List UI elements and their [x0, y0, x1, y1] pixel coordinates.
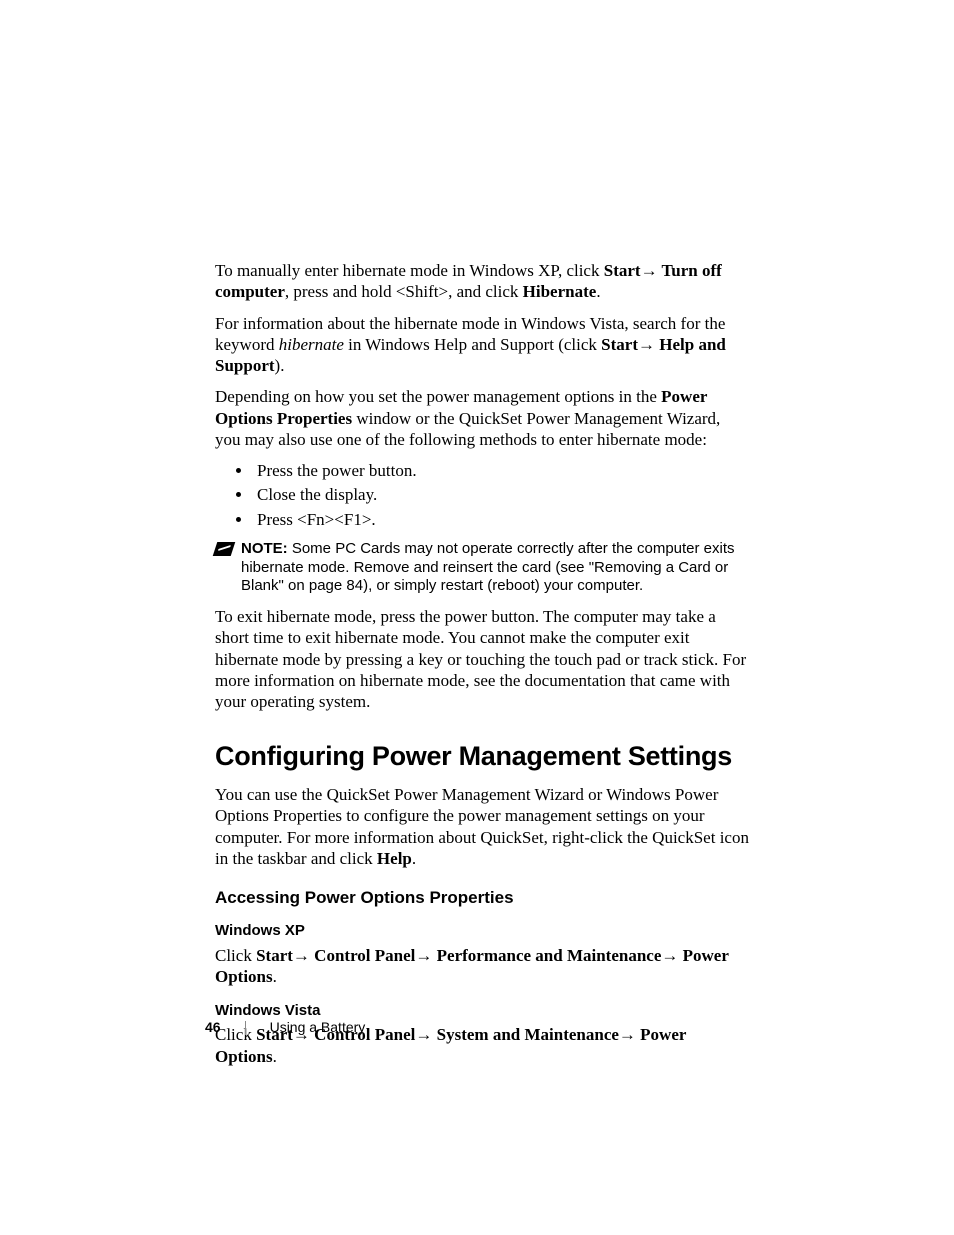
- text: .: [273, 967, 277, 986]
- list-item: Press the power button.: [253, 460, 749, 481]
- text-bold: System and Maintenance: [437, 1025, 619, 1044]
- heading-accessing-power-options: Accessing Power Options Properties: [215, 887, 749, 908]
- page-number: 46: [205, 1019, 221, 1035]
- text: , press and hold <Shift>, and click: [285, 282, 523, 301]
- arrow-icon: →: [638, 335, 659, 354]
- para-hibernate-xp: To manually enter hibernate mode in Wind…: [215, 260, 749, 303]
- text-bold: Performance and Maintenance: [437, 946, 662, 965]
- para-hibernate-vista: For information about the hibernate mode…: [215, 313, 749, 377]
- hibernate-methods-list: Press the power button. Close the displa…: [215, 460, 749, 530]
- arrow-icon: →: [293, 946, 314, 965]
- note-icon: [213, 542, 236, 556]
- text-bold: Help: [377, 849, 412, 868]
- text: Depending on how you set the power manag…: [215, 387, 661, 406]
- text: .: [596, 282, 600, 301]
- note-label: NOTE:: [241, 540, 288, 557]
- text: ).: [275, 356, 285, 375]
- text-bold: Hibernate: [523, 282, 597, 301]
- para-exit-hibernate: To exit hibernate mode, press the power …: [215, 606, 749, 712]
- footer-section: Using a Battery: [270, 1019, 366, 1035]
- arrow-icon: →: [415, 1025, 436, 1044]
- text: .: [273, 1047, 277, 1066]
- note-text: NOTE: Some PC Cards may not operate corr…: [241, 540, 749, 596]
- text: in Windows Help and Support (click: [344, 335, 601, 354]
- text-bold: Control Panel: [314, 946, 415, 965]
- heading-windows-xp: Windows XP: [215, 922, 749, 941]
- arrow-icon: →: [619, 1025, 640, 1044]
- arrow-icon: →: [661, 946, 682, 965]
- note-block: NOTE: Some PC Cards may not operate corr…: [215, 540, 749, 596]
- para-quickset-intro: You can use the QuickSet Power Managemen…: [215, 784, 749, 869]
- page-footer: 46 Using a Battery: [205, 1019, 365, 1035]
- list-item: Close the display.: [253, 484, 749, 505]
- arrow-icon: →: [641, 261, 662, 280]
- text-bold: Start: [256, 946, 293, 965]
- arrow-icon: →: [415, 946, 436, 965]
- page-content: To manually enter hibernate mode in Wind…: [0, 0, 954, 1067]
- heading-configuring-power: Configuring Power Management Settings: [215, 740, 749, 774]
- text: .: [412, 849, 416, 868]
- text: You can use the QuickSet Power Managemen…: [215, 785, 749, 868]
- para-xp-path: Click Start→ Control Panel→ Performance …: [215, 945, 749, 988]
- text-italic: hibernate: [279, 335, 344, 354]
- para-power-options-intro: Depending on how you set the power manag…: [215, 386, 749, 450]
- text: To manually enter hibernate mode in Wind…: [215, 261, 604, 280]
- text-bold: Start: [601, 335, 638, 354]
- text: Click: [215, 946, 256, 965]
- footer-divider: [245, 1021, 246, 1035]
- heading-windows-vista: Windows Vista: [215, 1002, 749, 1021]
- list-item: Press <Fn><F1>.: [253, 509, 749, 530]
- note-body: Some PC Cards may not operate correctly …: [241, 540, 735, 595]
- text-bold: Start: [604, 261, 641, 280]
